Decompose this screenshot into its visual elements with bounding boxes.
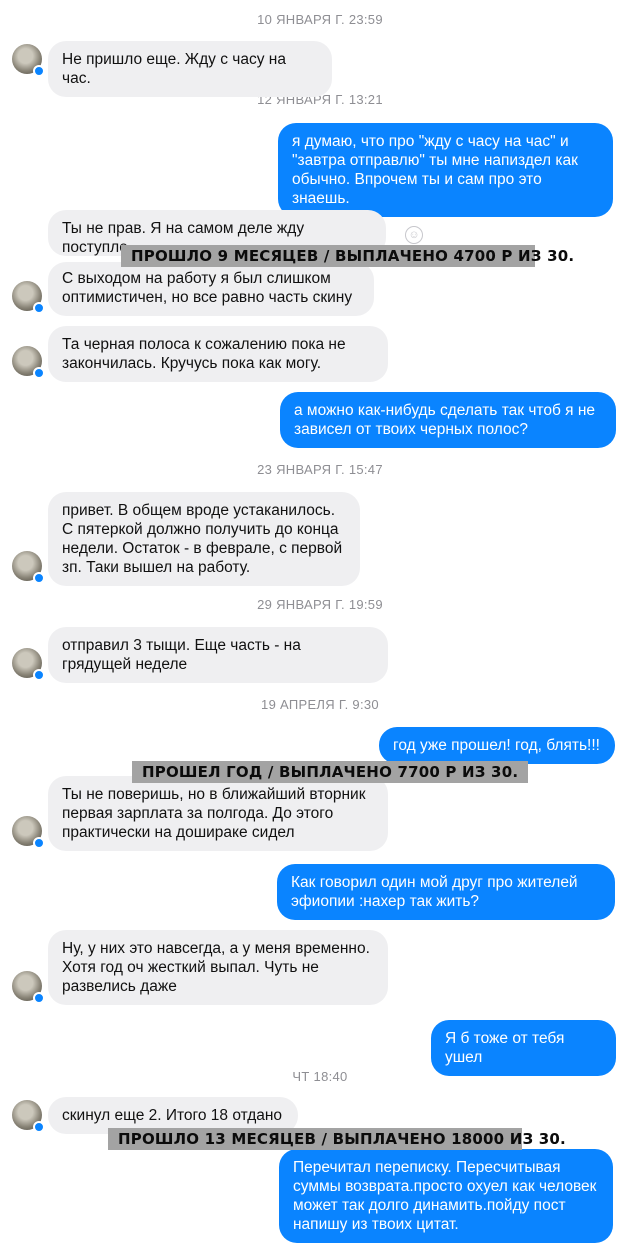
- outgoing-message[interactable]: Перечитал переписку. Пересчитывая суммы …: [279, 1149, 613, 1243]
- outgoing-message[interactable]: а можно как-нибудь сделать так чтоб я не…: [280, 392, 616, 448]
- outgoing-message[interactable]: Я б тоже от тебя ушел: [431, 1020, 616, 1076]
- contact-avatar[interactable]: [12, 346, 45, 379]
- outgoing-message[interactable]: год уже прошел! год, блять!!!: [379, 727, 615, 764]
- messenger-badge-icon: [33, 837, 45, 849]
- timestamp: 19 АПРЕЛЯ Г. 9:30: [261, 697, 379, 712]
- overlay-caption: ПРОШЕЛ ГОД / ВЫПЛАЧЕНО 7700 Р ИЗ 30.: [132, 761, 528, 783]
- contact-avatar[interactable]: [12, 971, 45, 1004]
- contact-avatar[interactable]: [12, 44, 45, 77]
- contact-avatar[interactable]: [12, 1100, 45, 1133]
- timestamp: 23 ЯНВАРЯ Г. 15:47: [257, 462, 383, 477]
- contact-avatar[interactable]: [12, 648, 45, 681]
- incoming-message[interactable]: привет. В общем вроде устаканилось. С пя…: [48, 492, 360, 586]
- messenger-badge-icon: [33, 65, 45, 77]
- messenger-badge-icon: [33, 992, 45, 1004]
- messenger-badge-icon: [33, 669, 45, 681]
- overlay-caption: ПРОШЛО 9 МЕСЯЦЕВ / ВЫПЛАЧЕНО 4700 Р ИЗ 3…: [121, 245, 574, 267]
- incoming-message[interactable]: Та черная полоса к сожалению пока не зак…: [48, 326, 388, 382]
- incoming-message[interactable]: Ну, у них это навсегда, а у меня временн…: [48, 930, 388, 1005]
- messenger-badge-icon: [33, 367, 45, 379]
- incoming-message[interactable]: отправил 3 тыщи. Еще часть - на грядущей…: [48, 627, 388, 683]
- messenger-badge-icon: [33, 302, 45, 314]
- messenger-badge-icon: [33, 1121, 45, 1133]
- incoming-message[interactable]: Ты не поверишь, но в ближайший вторник п…: [48, 776, 388, 851]
- timestamp: 10 ЯНВАРЯ Г. 23:59: [257, 12, 383, 27]
- messenger-badge-icon: [33, 572, 45, 584]
- incoming-message[interactable]: С выходом на работу я был слишком оптими…: [48, 262, 374, 316]
- outgoing-message[interactable]: я думаю, что про "жду с часу на час" и "…: [278, 123, 613, 217]
- timestamp: 29 ЯНВАРЯ Г. 19:59: [257, 597, 383, 612]
- contact-avatar[interactable]: [12, 551, 45, 584]
- outgoing-message[interactable]: Как говорил один мой друг про жителей эф…: [277, 864, 615, 920]
- contact-avatar[interactable]: [12, 281, 45, 314]
- contact-avatar[interactable]: [12, 816, 45, 849]
- incoming-message[interactable]: Не пришло еще. Жду с часу на час.: [48, 41, 332, 97]
- smiley-reaction-icon[interactable]: ☺: [405, 226, 423, 244]
- overlay-caption: ПРОШЛО 13 МЕСЯЦЕВ / ВЫПЛАЧЕНО 18000 ИЗ 3…: [108, 1128, 566, 1150]
